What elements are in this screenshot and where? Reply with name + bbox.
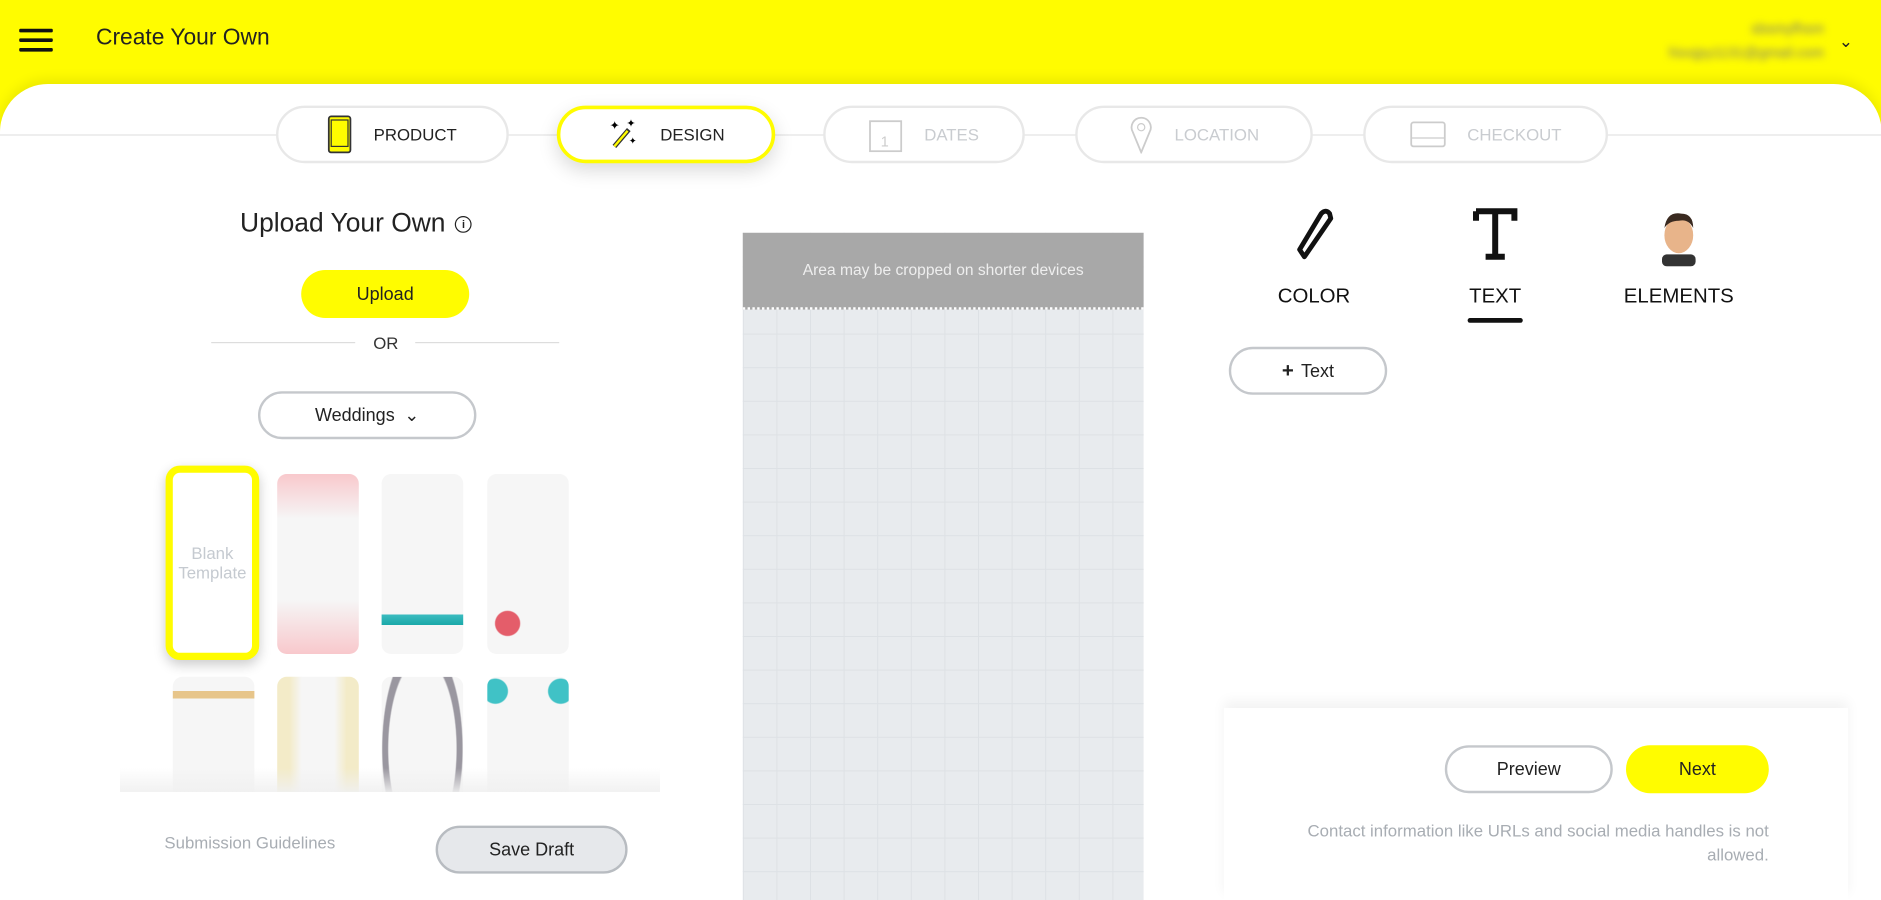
step-product[interactable]: PRODUCT bbox=[276, 105, 509, 164]
tab-label: TEXT bbox=[1469, 284, 1522, 308]
template-thumbnail[interactable] bbox=[487, 474, 569, 654]
step-label: LOCATION bbox=[1174, 124, 1260, 144]
user-email: hixxjpy1131@gmail.com bbox=[1668, 44, 1825, 62]
template-thumbnail[interactable] bbox=[277, 474, 359, 654]
tab-elements[interactable]: ELEMENTS bbox=[1613, 204, 1745, 308]
scroll-fade bbox=[120, 768, 661, 793]
submission-guidelines-link[interactable]: Submission Guidelines bbox=[164, 833, 335, 852]
divider bbox=[211, 342, 356, 344]
tab-label: ELEMENTS bbox=[1623, 284, 1734, 308]
step-label: PRODUCT bbox=[373, 124, 457, 144]
chevron-down-icon: ⌄ bbox=[404, 405, 420, 427]
save-draft-button[interactable]: Save Draft bbox=[435, 825, 628, 874]
step-checkout[interactable]: CHECKOUT bbox=[1363, 105, 1609, 164]
menu-icon[interactable] bbox=[19, 28, 53, 53]
blank-template-label: Blank Template bbox=[178, 543, 247, 582]
tab-color[interactable]: COLOR bbox=[1272, 204, 1356, 308]
tab-text[interactable]: TEXT bbox=[1452, 204, 1538, 323]
location-pin-icon bbox=[1130, 116, 1152, 154]
step-location[interactable]: LOCATION bbox=[1075, 105, 1313, 164]
contact-info-notice: Contact information like URLs and social… bbox=[1307, 820, 1769, 865]
calendar-icon: 1 bbox=[869, 120, 903, 153]
user-name: sbsmyfhsm bbox=[1751, 20, 1825, 38]
plus-icon: + bbox=[1281, 358, 1294, 382]
category-dropdown[interactable]: Weddings ⌄ bbox=[258, 391, 477, 440]
preview-button[interactable]: Preview bbox=[1444, 745, 1613, 794]
magic-wand-icon: ✦ ✦ ✦ bbox=[610, 118, 637, 148]
add-text-button[interactable]: + Text bbox=[1228, 346, 1388, 395]
svg-text:✦: ✦ bbox=[627, 118, 636, 130]
account-info[interactable]: sbsmyfhsm hixxjpy1131@gmail.com bbox=[1669, 17, 1824, 65]
next-button[interactable]: Next bbox=[1626, 745, 1769, 794]
crop-notice: Area may be cropped on shorter devices bbox=[742, 232, 1144, 310]
card-icon bbox=[1409, 121, 1446, 148]
step-label: DESIGN bbox=[660, 124, 725, 144]
svg-text:1: 1 bbox=[881, 134, 889, 150]
app-root: Create Your Own sbsmyfhsm hixxjpy1131@gma… bbox=[0, 0, 1881, 900]
info-icon[interactable]: i bbox=[455, 216, 472, 234]
upload-heading: Upload Your Own i bbox=[240, 208, 472, 239]
bitmoji-icon bbox=[1662, 213, 1696, 267]
or-label: OR bbox=[373, 333, 399, 353]
add-text-label: Text bbox=[1301, 360, 1335, 381]
category-value: Weddings bbox=[314, 405, 395, 426]
design-canvas[interactable] bbox=[742, 232, 1144, 900]
right-footer bbox=[1224, 708, 1849, 900]
active-tab-indicator bbox=[1467, 318, 1523, 323]
chevron-down-icon[interactable]: ⌄ bbox=[1839, 31, 1853, 51]
upload-title: Upload Your Own bbox=[240, 207, 446, 238]
upload-button[interactable]: Upload bbox=[301, 270, 470, 318]
svg-text:✦: ✦ bbox=[629, 136, 637, 147]
step-label: DATES bbox=[924, 124, 979, 144]
step-design[interactable]: ✦ ✦ ✦ DESIGN bbox=[556, 105, 776, 164]
template-blank[interactable]: Blank Template bbox=[165, 465, 260, 660]
divider bbox=[415, 342, 560, 344]
text-icon bbox=[1473, 208, 1518, 260]
step-label: CHECKOUT bbox=[1467, 124, 1562, 144]
page-title: Create Your Own bbox=[96, 25, 270, 51]
pen-icon bbox=[1297, 208, 1334, 260]
phone-icon bbox=[328, 115, 352, 154]
tab-label: COLOR bbox=[1277, 284, 1351, 308]
template-thumbnail[interactable] bbox=[381, 474, 464, 654]
svg-text:✦: ✦ bbox=[610, 119, 620, 133]
step-dates[interactable]: 1 DATES bbox=[823, 105, 1025, 164]
